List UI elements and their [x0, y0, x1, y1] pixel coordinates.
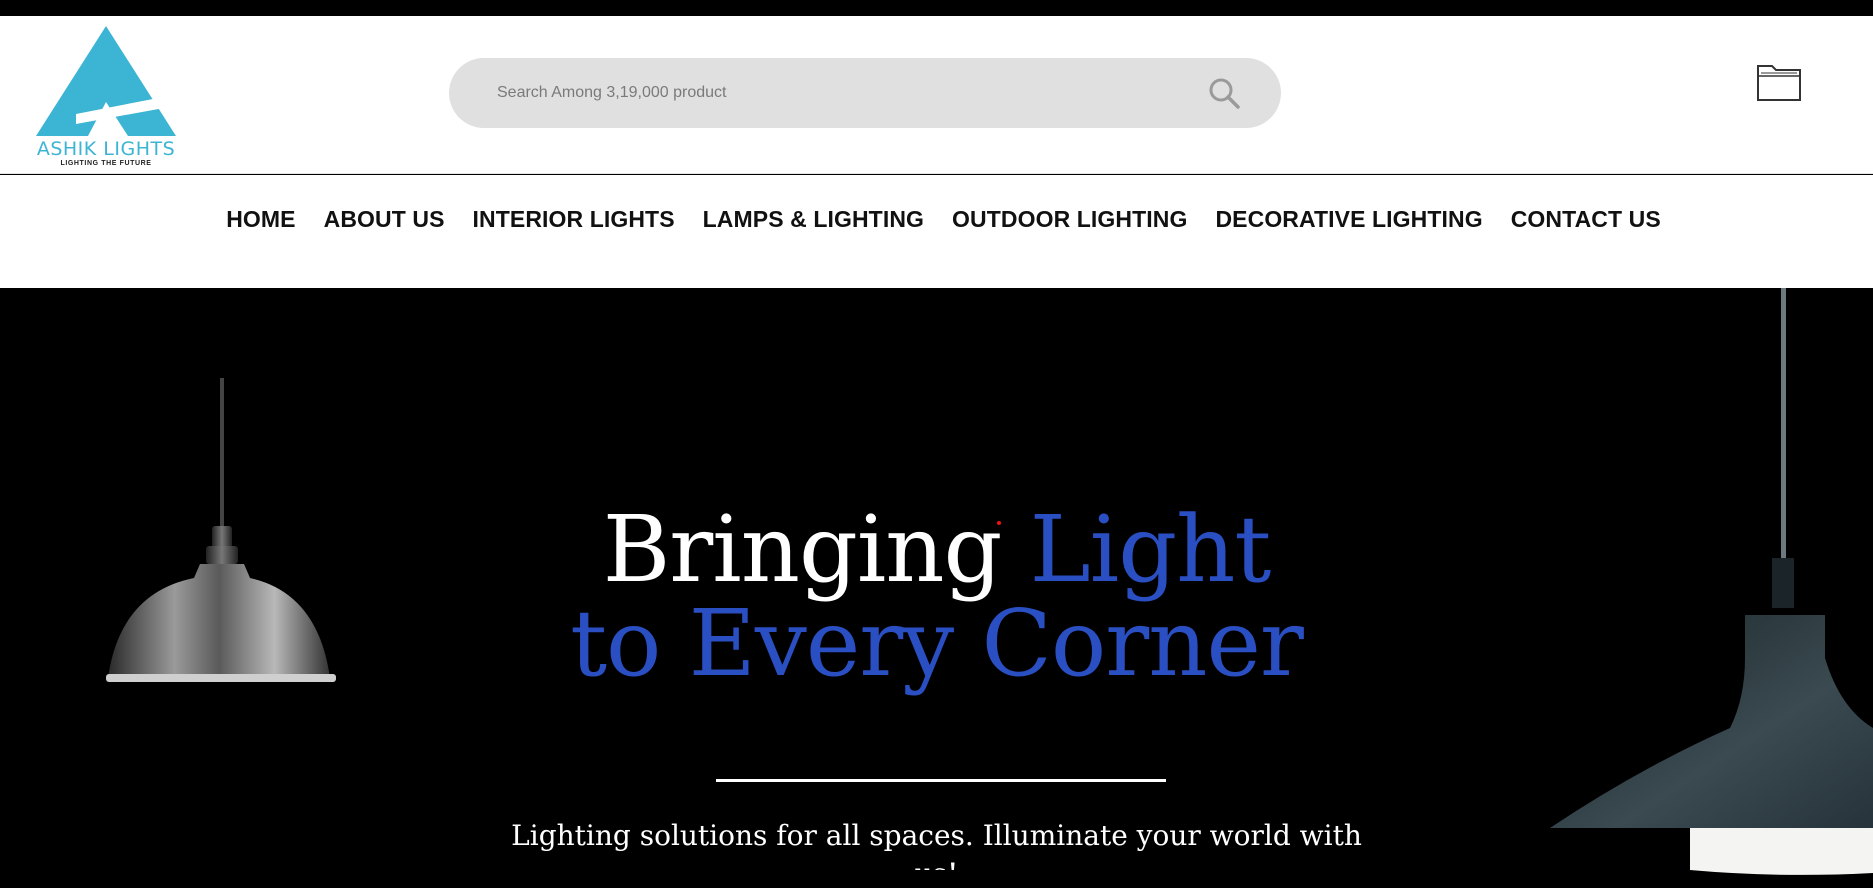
nav-item-decorative-lighting[interactable]: DECORATIVE LIGHTING	[1201, 206, 1496, 233]
main-nav: HOME ABOUT US INTERIOR LIGHTS LAMPS & LI…	[0, 175, 1873, 288]
search-input[interactable]	[497, 78, 1177, 108]
logo-triangle-icon	[36, 26, 176, 136]
headline-white-word: Bringing	[602, 496, 1003, 603]
nav-item-about-us[interactable]: ABOUT US	[310, 206, 459, 233]
top-strip	[0, 0, 1873, 16]
brand-name: ASHIK LIGHTS	[36, 138, 176, 160]
hero-divider	[716, 779, 1166, 782]
search-bar	[449, 58, 1281, 128]
brand-tagline: LIGHTING THE FUTURE	[60, 160, 152, 167]
nav-item-home[interactable]: HOME	[212, 206, 309, 233]
site-header: ASHIK LIGHTS LIGHTING THE FUTURE	[0, 16, 1873, 174]
nav-item-contact-us[interactable]: CONTACT US	[1497, 206, 1675, 233]
headline-blue-line: to Every Corner	[570, 590, 1304, 697]
decorative-dot	[997, 521, 1001, 525]
nav-item-lamps-lighting[interactable]: LAMPS & LIGHTING	[689, 206, 938, 233]
search-icon[interactable]	[1207, 76, 1241, 110]
headline-blue-word: Light	[1029, 496, 1272, 603]
nav-item-outdoor-lighting[interactable]: OUTDOOR LIGHTING	[938, 206, 1201, 233]
folder-icon[interactable]	[1756, 60, 1802, 104]
pendant-lamp-right-image	[1550, 288, 1873, 875]
hero-banner: Bringing Light to Every Corner Lighting …	[0, 288, 1873, 888]
nav-list: HOME ABOUT US INTERIOR LIGHTS LAMPS & LI…	[0, 206, 1873, 233]
brand-logo[interactable]: ASHIK LIGHTS LIGHTING THE FUTURE	[36, 26, 176, 167]
nav-item-interior-lights[interactable]: INTERIOR LIGHTS	[459, 206, 689, 233]
